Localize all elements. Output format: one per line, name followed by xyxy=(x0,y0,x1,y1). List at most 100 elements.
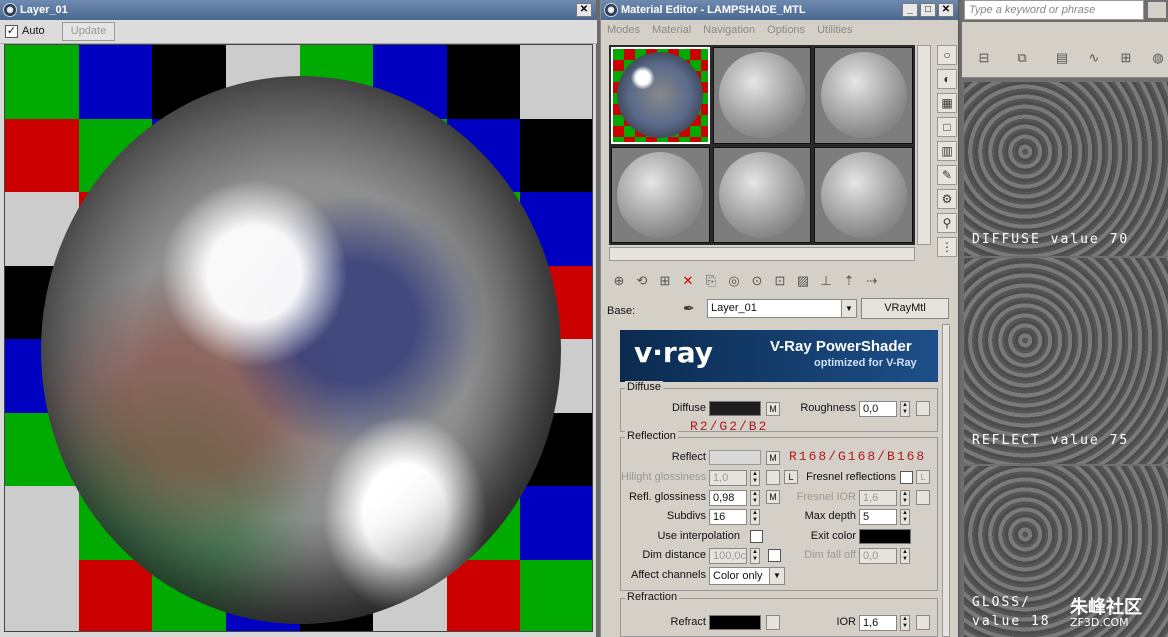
update-button[interactable]: Update xyxy=(62,22,115,41)
make-unique-icon[interactable]: ◎ xyxy=(724,271,744,291)
render-viewport xyxy=(4,44,593,632)
eyedropper-icon[interactable]: ✒ xyxy=(683,300,695,317)
sample-slots xyxy=(609,45,915,245)
menu-options[interactable]: Options xyxy=(767,24,805,36)
sample-slot[interactable] xyxy=(712,146,812,243)
hilight-lock-button[interactable]: L xyxy=(784,470,798,484)
refl-glossiness-field[interactable]: 0,98 xyxy=(709,490,747,506)
fresnel-lock-button[interactable]: L xyxy=(916,470,930,484)
options-icon[interactable]: ⚙ xyxy=(937,189,957,209)
checker-tile xyxy=(446,559,521,631)
curve-editor-icon[interactable]: ∿ xyxy=(1084,48,1104,68)
max-depth-field[interactable]: 5 xyxy=(859,509,897,525)
refl-glossiness-map-button[interactable]: M xyxy=(766,490,780,504)
roughness-map-button[interactable] xyxy=(916,401,930,416)
rollout-scrollbar[interactable] xyxy=(942,324,950,637)
diffuse-map-button[interactable]: M xyxy=(766,402,780,416)
reflect-swatch[interactable] xyxy=(709,450,761,465)
get-material-icon[interactable]: ⊕ xyxy=(609,271,629,291)
reflect-map-button[interactable]: M xyxy=(766,451,780,465)
layer-manager-icon[interactable]: ⧉ xyxy=(1012,48,1032,68)
fresnel-reflections-checkbox[interactable] xyxy=(900,471,913,484)
ior-map-button[interactable] xyxy=(916,615,930,630)
fresnel-ior-spinner[interactable]: ▲ ▼ xyxy=(900,490,910,506)
sample-type-icon[interactable]: ○ xyxy=(937,45,957,65)
max-depth-spinner[interactable]: ▲ ▼ xyxy=(900,509,910,525)
show-map-icon[interactable]: ▨ xyxy=(793,271,813,291)
exit-color-swatch[interactable] xyxy=(859,529,911,544)
fresnel-ior-map-button[interactable] xyxy=(916,490,930,505)
menu-material[interactable]: Material xyxy=(652,24,691,36)
base-label: Base: xyxy=(607,305,636,317)
roughness-field[interactable]: 0,0 xyxy=(859,401,897,417)
sample-slot[interactable] xyxy=(611,146,710,243)
search-input[interactable]: Type a keyword or phrase xyxy=(964,0,1144,20)
preview-title: Layer_01 xyxy=(20,4,68,16)
material-map-navigator-icon[interactable]: ⋮ xyxy=(937,237,957,257)
refl-glossiness-spinner[interactable]: ▲ ▼ xyxy=(750,490,760,506)
menu-modes[interactable]: Modes xyxy=(607,24,640,36)
refract-map-button[interactable] xyxy=(766,615,780,630)
material-editor-icon[interactable]: ◍ xyxy=(1148,48,1168,68)
close-icon[interactable]: ✕ xyxy=(938,3,954,17)
hilight-glossiness-spinner[interactable]: ▲ ▼ xyxy=(750,470,760,486)
dim-distance-field[interactable]: 100,0c xyxy=(709,548,747,564)
material-name-field[interactable]: Layer_01 xyxy=(707,299,857,318)
ior-field[interactable]: 1,6 xyxy=(859,615,897,631)
dim-distance-spinner[interactable]: ▲ ▼ xyxy=(750,548,760,564)
align-icon[interactable]: ⊟ xyxy=(974,48,994,68)
reset-icon[interactable]: ✕ xyxy=(678,271,698,291)
material-id-icon[interactable]: ⊡ xyxy=(770,271,790,291)
ior-spinner[interactable]: ▲ ▼ xyxy=(900,615,910,631)
go-forward-icon[interactable]: ⇢ xyxy=(862,271,882,291)
assign-to-selection-icon[interactable]: ⊞ xyxy=(655,271,675,291)
sample-slot[interactable] xyxy=(814,47,913,144)
uv-tiling-icon[interactable]: □ xyxy=(937,117,957,137)
search-icon[interactable] xyxy=(1148,2,1166,18)
subdivs-field[interactable]: 16 xyxy=(709,509,747,525)
material-type-button[interactable]: VRayMtl xyxy=(861,298,949,319)
scene-explorer-icon[interactable]: ▤ xyxy=(1052,48,1072,68)
close-icon[interactable]: ✕ xyxy=(576,3,592,17)
dim-falloff-field[interactable]: 0,0 xyxy=(859,548,897,564)
sample-slot[interactable] xyxy=(712,47,812,144)
dim-distance-checkbox[interactable] xyxy=(768,549,781,562)
put-to-library-icon[interactable]: ⊙ xyxy=(747,271,767,291)
fresnel-ior-field[interactable]: 1,6 xyxy=(859,490,897,506)
slots-vscrollbar[interactable] xyxy=(917,45,931,245)
sample-slot[interactable] xyxy=(814,146,913,243)
minimize-icon[interactable]: _ xyxy=(902,3,918,17)
checker-tile xyxy=(520,559,592,631)
refract-swatch[interactable] xyxy=(709,615,761,630)
put-to-scene-icon[interactable]: ⟲ xyxy=(632,271,652,291)
show-end-result-icon[interactable]: ⊥ xyxy=(816,271,836,291)
main-toolbar: ⊟ ⧉ ▤ ∿ ⊞ ◍ xyxy=(962,22,1168,78)
dim-falloff-spinner[interactable]: ▲ ▼ xyxy=(900,548,910,564)
auto-checkbox[interactable]: ✓ xyxy=(5,25,18,38)
use-interpolation-checkbox[interactable] xyxy=(750,530,763,543)
copy-material-icon[interactable]: ⎘ xyxy=(701,271,721,291)
chevron-down-icon[interactable]: ▼ xyxy=(841,300,856,317)
menu-navigation[interactable]: Navigation xyxy=(703,24,755,36)
hilight-glossiness-field[interactable]: 1,0 xyxy=(709,470,747,486)
slots-hscrollbar[interactable] xyxy=(609,247,915,261)
roughness-spinner[interactable]: ▲ ▼ xyxy=(900,401,910,417)
select-by-material-icon[interactable]: ⚲ xyxy=(937,213,957,233)
hilight-map-button[interactable] xyxy=(766,470,780,485)
diffuse-swatch[interactable] xyxy=(709,401,761,416)
video-color-icon[interactable]: ▥ xyxy=(937,141,957,161)
fresnel-ior-label: Fresnel IOR xyxy=(796,491,856,503)
go-to-parent-icon[interactable]: ⇡ xyxy=(839,271,859,291)
material-editor-titlebar: ◉ Material Editor - LAMPSHADE_MTL _ □ ✕ xyxy=(601,0,958,20)
menu-utilities[interactable]: Utilities xyxy=(817,24,852,36)
schematic-view-icon[interactable]: ⊞ xyxy=(1116,48,1136,68)
backlight-icon[interactable]: ◐ xyxy=(937,69,957,89)
checker-tile xyxy=(520,118,592,192)
chevron-down-icon[interactable]: ▼ xyxy=(769,568,784,584)
make-preview-icon[interactable]: ✎ xyxy=(937,165,957,185)
sample-slot[interactable] xyxy=(611,47,710,144)
subdivs-spinner[interactable]: ▲ ▼ xyxy=(750,509,760,525)
maximize-icon[interactable]: □ xyxy=(920,3,936,17)
background-icon[interactable]: ▦ xyxy=(937,93,957,113)
vray-banner: v·ray V-Ray PowerShader optimized for V-… xyxy=(620,330,938,382)
